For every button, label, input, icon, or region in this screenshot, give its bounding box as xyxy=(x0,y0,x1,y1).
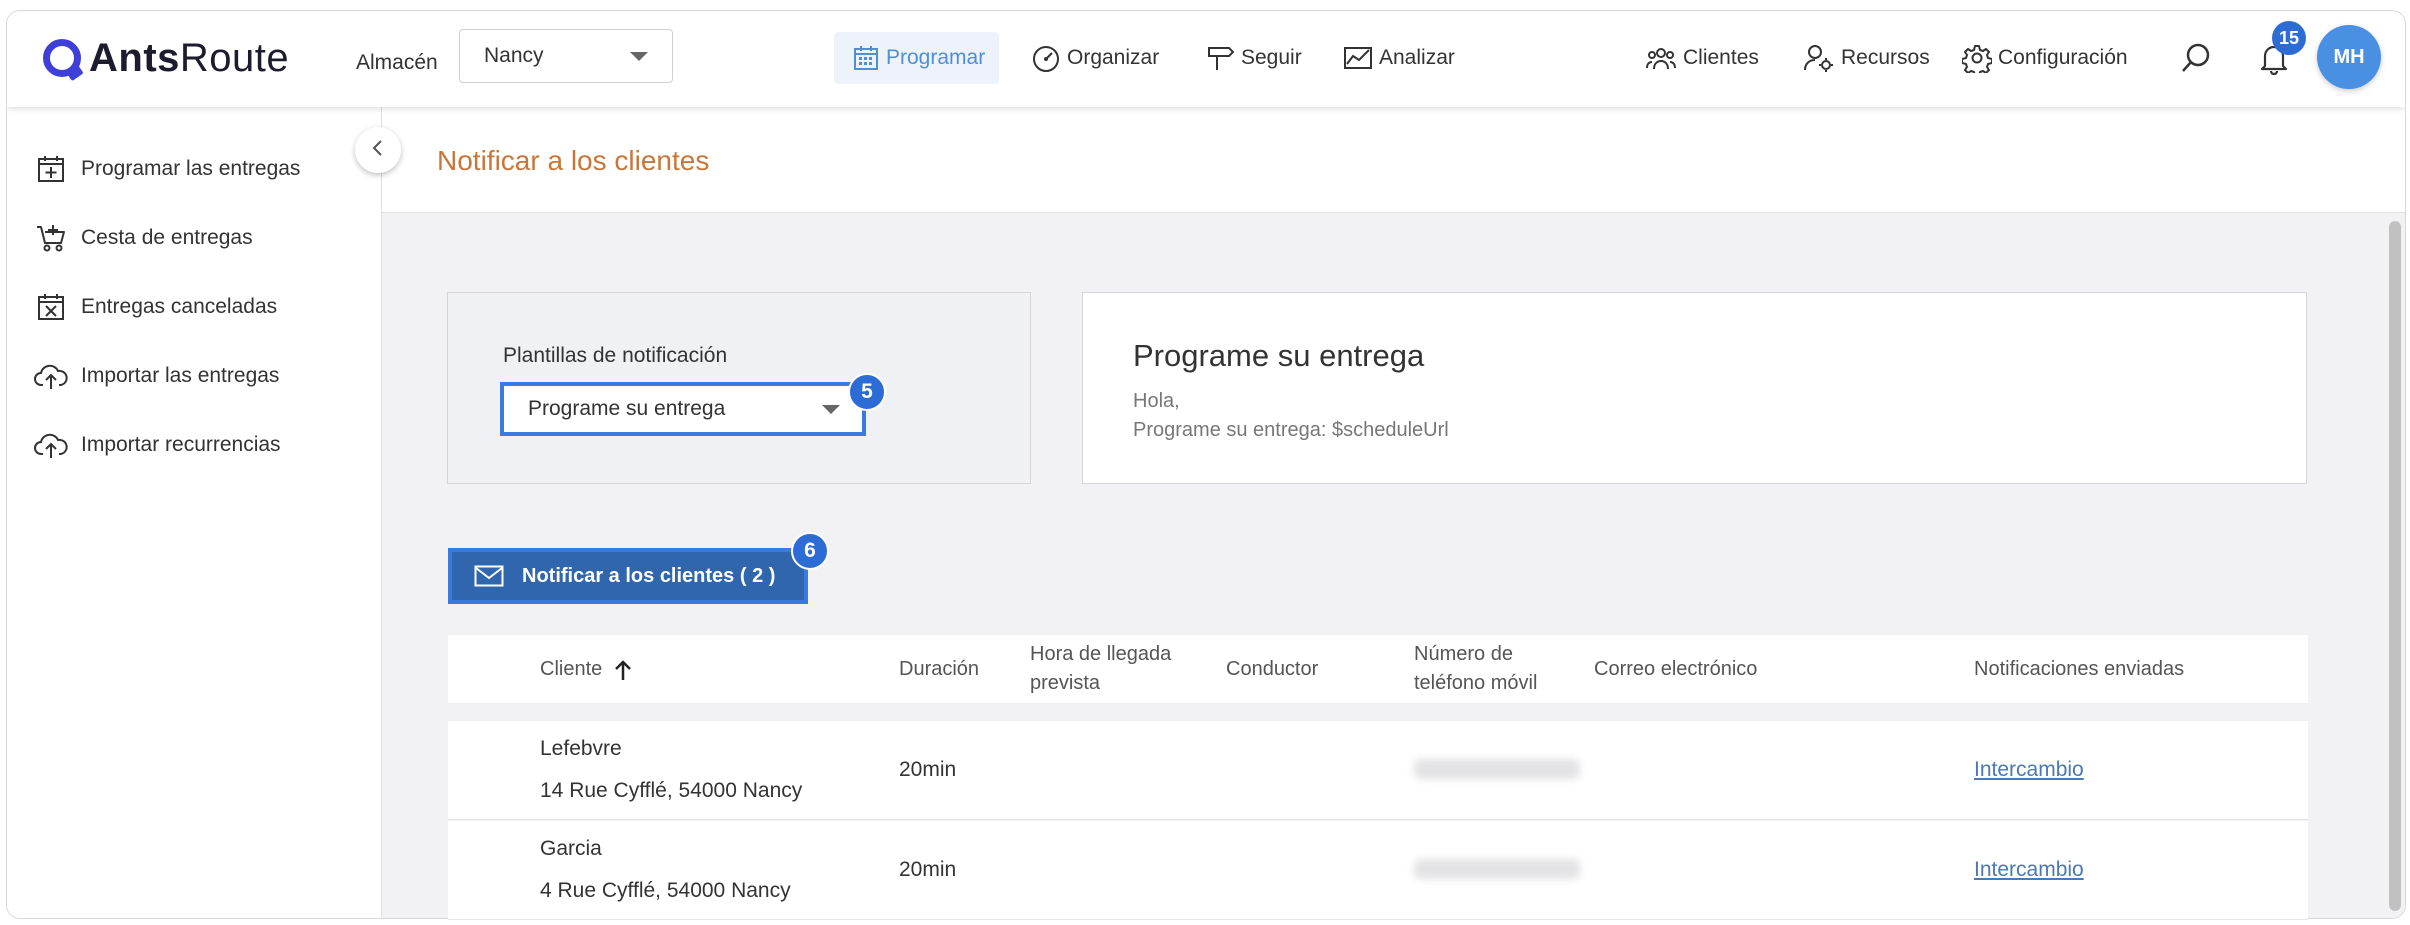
table-header: Cliente Duración Hora de llegada previst… xyxy=(448,635,2308,703)
mail-icon xyxy=(474,565,504,587)
user-avatar[interactable]: MH xyxy=(2317,25,2381,89)
nav-organizar[interactable]: Organizar xyxy=(1031,32,1159,84)
duration-value: 20min xyxy=(899,758,957,781)
duration-value: 20min xyxy=(899,858,957,881)
phone-blurred xyxy=(1414,759,1580,779)
nav-analizar[interactable]: Analizar xyxy=(1343,32,1455,84)
nav-seguir[interactable]: Seguir xyxy=(1205,32,1302,84)
notification-count-badge: 15 xyxy=(2272,21,2306,55)
message-preview xyxy=(1082,292,2307,484)
basket-icon xyxy=(33,220,69,256)
chevron-left-icon xyxy=(370,138,386,163)
column-header-duracion[interactable]: Duración xyxy=(899,655,979,684)
customer-name: Lefebvre xyxy=(540,737,622,760)
column-header-telefono[interactable]: Número de teléfono móvil xyxy=(1414,640,1537,698)
sidebar-item-importar-recurrencias[interactable]: Importar recurrencias xyxy=(33,425,281,465)
preview-title: Programe su entrega xyxy=(1133,338,1425,373)
people-icon xyxy=(1645,44,1677,72)
preview-body: Programe su entrega: $scheduleUrl xyxy=(1133,419,1449,441)
step-badge: 6 xyxy=(791,532,829,570)
sort-ascending-icon xyxy=(614,659,632,681)
sidebar-item-entregas-canceladas[interactable]: Entregas canceladas xyxy=(33,287,277,327)
calendar-x-icon xyxy=(33,289,69,325)
antsroute-logo[interactable]: AntsRoute xyxy=(43,33,289,83)
page-title: Notificar a los clientes xyxy=(437,145,710,176)
customer-address: 14 Rue Cyfflé, 54000 Nancy xyxy=(540,779,803,802)
signpost-icon xyxy=(1205,44,1235,72)
gear-icon xyxy=(1962,43,1992,73)
column-header-notificaciones[interactable]: Notificaciones enviadas xyxy=(1974,655,2184,684)
column-header-cliente[interactable]: Cliente xyxy=(540,655,632,684)
warehouse-label: Almacén xyxy=(356,51,438,74)
cloud-upload-icon xyxy=(33,427,69,463)
notification-link[interactable]: Intercambio xyxy=(1974,758,2084,782)
sidebar-item-importar-entregas[interactable]: Importar las entregas xyxy=(33,356,279,396)
table-row[interactable]: Lefebvre 14 Rue Cyfflé, 54000 Nancy 20mi… xyxy=(448,721,2308,820)
notify-customers-button[interactable]: Notificar a los clientes ( 2 ) xyxy=(448,548,808,604)
calendar-icon xyxy=(852,44,880,72)
table-row[interactable]: Garcia 4 Rue Cyfflé, 54000 Nancy 20min I… xyxy=(448,821,2308,920)
resources-icon xyxy=(1803,43,1835,73)
template-select[interactable]: Programe su entrega xyxy=(500,382,866,436)
customer-name: Garcia xyxy=(540,837,602,860)
vertical-scrollbar[interactable] xyxy=(2389,221,2401,911)
nav-configuracion[interactable]: Configuración xyxy=(1962,32,2128,84)
chart-icon xyxy=(1343,44,1373,72)
column-header-correo[interactable]: Correo electrónico xyxy=(1594,655,1757,684)
notification-link[interactable]: Intercambio xyxy=(1974,858,2084,882)
column-header-hora[interactable]: Hora de llegada prevista xyxy=(1030,640,1171,698)
chevron-down-icon xyxy=(630,51,648,61)
customer-address: 4 Rue Cyfflé, 54000 Nancy xyxy=(540,879,791,902)
preview-greeting: Hola, xyxy=(1133,390,1180,412)
phone-blurred xyxy=(1414,859,1580,879)
cloud-upload-icon xyxy=(33,358,69,394)
sidebar: Programar las entregas Cesta de entregas… xyxy=(7,107,382,918)
sidebar-item-cesta-entregas[interactable]: Cesta de entregas xyxy=(33,218,253,258)
search-button[interactable] xyxy=(2179,32,2219,84)
speedometer-icon xyxy=(1031,44,1061,72)
logo-icon xyxy=(43,39,81,77)
page-header: Notificar a los clientes xyxy=(382,107,2405,213)
column-header-conductor[interactable]: Conductor xyxy=(1226,655,1318,684)
collapse-sidebar-button[interactable] xyxy=(355,127,401,173)
warehouse-select[interactable]: Nancy xyxy=(459,29,673,83)
nav-programar[interactable]: Programar xyxy=(834,32,1000,84)
calendar-plus-icon xyxy=(33,151,69,187)
sidebar-item-programar-entregas[interactable]: Programar las entregas xyxy=(33,149,300,189)
search-icon xyxy=(2179,41,2213,75)
nav-clientes[interactable]: Clientes xyxy=(1645,32,1759,84)
template-label: Plantillas de notificación xyxy=(503,344,728,367)
chevron-down-icon xyxy=(822,404,840,414)
step-badge: 5 xyxy=(848,373,886,411)
top-navbar: AntsRoute Almacén Nancy Programar Organi… xyxy=(7,11,2405,107)
nav-recursos[interactable]: Recursos xyxy=(1803,32,1930,84)
